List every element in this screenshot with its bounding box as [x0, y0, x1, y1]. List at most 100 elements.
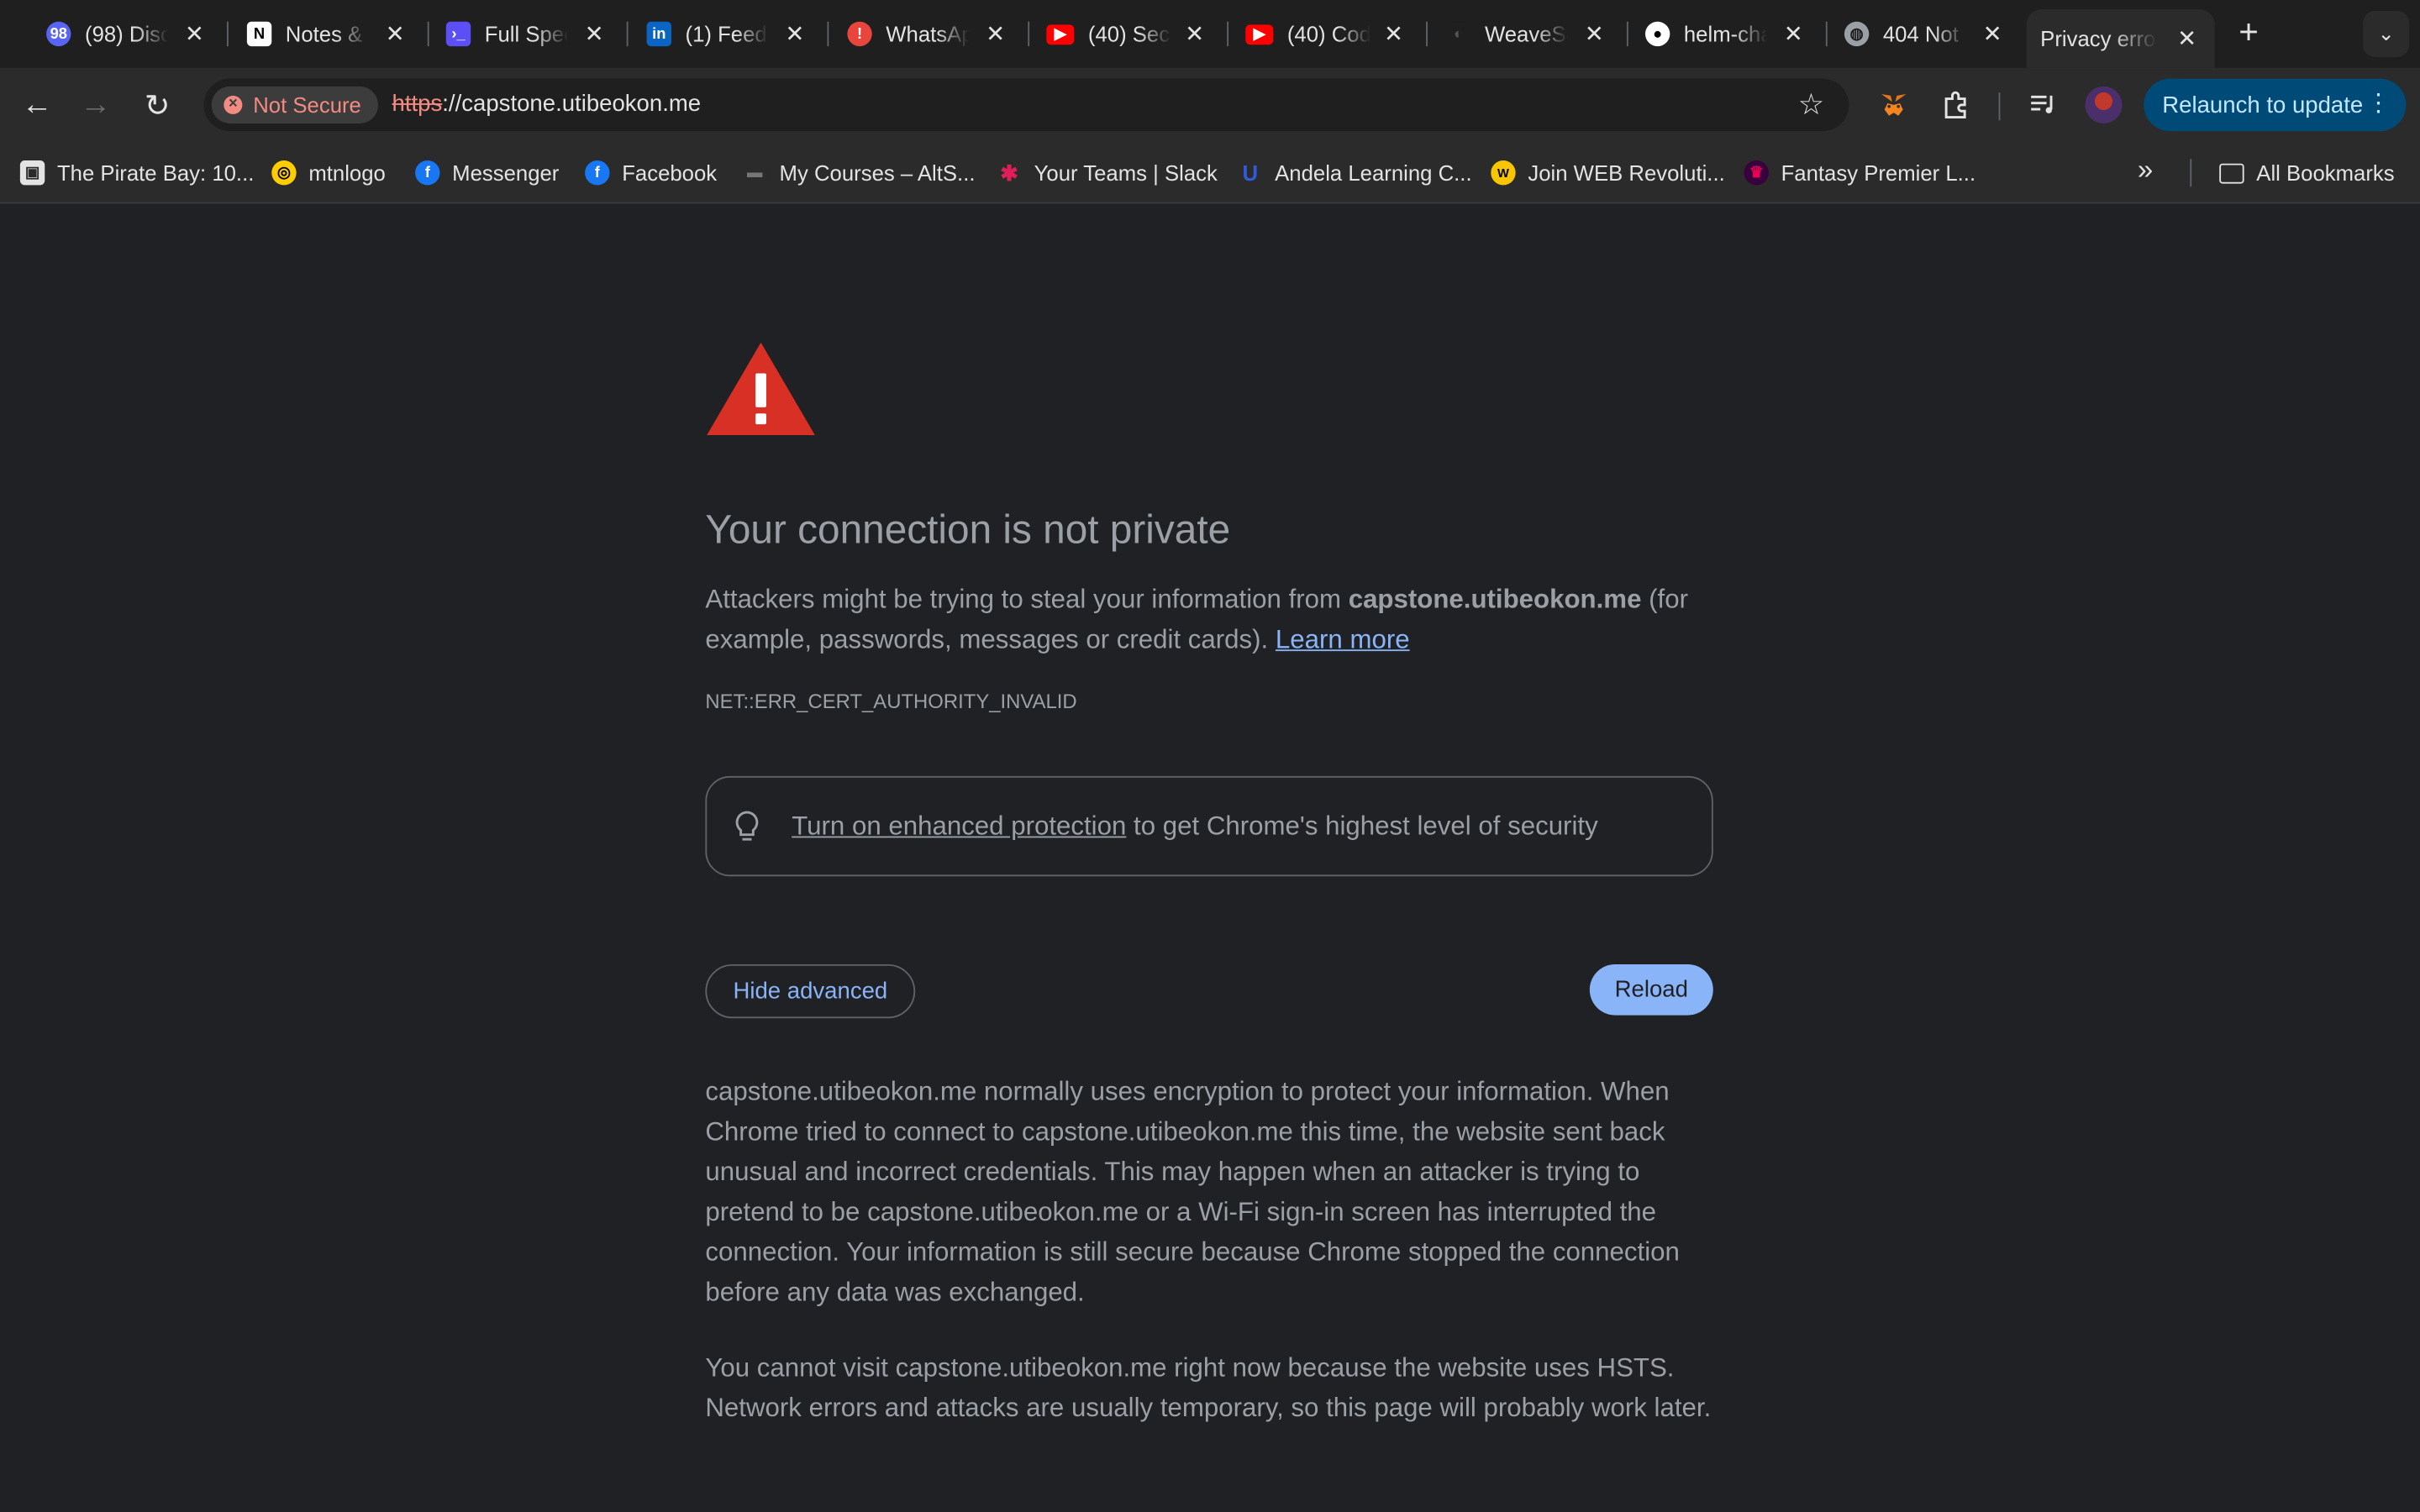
close-icon[interactable]: ✕: [2175, 24, 2199, 52]
reload-page-button[interactable]: Reload: [1589, 963, 1713, 1016]
tab-github[interactable]: ● helm-charts ✕: [1644, 11, 1806, 57]
close-icon[interactable]: ✕: [383, 20, 408, 48]
page-content: Your connection is not private Attackers…: [0, 203, 2420, 1512]
not-secure-icon: ×: [224, 95, 243, 114]
tab-full-spec[interactable]: ›_ Full Spec ✕: [445, 11, 607, 57]
close-icon[interactable]: ✕: [1381, 20, 1406, 48]
details-text: capstone.utibeokon.me normally uses encr…: [705, 1077, 1680, 1307]
bookmark-facebook[interactable]: f Facebook: [585, 157, 717, 188]
linkedin-icon: in: [646, 21, 671, 47]
tab-title: (40) Coding: [1286, 21, 1371, 47]
youtube-icon: ▶: [1245, 24, 1274, 45]
warning-triangle-icon: [707, 342, 815, 435]
close-icon[interactable]: ✕: [182, 20, 207, 48]
bookmarks-bar: ▣ The Pirate Bay: 10... ◎ mtnlogo f Mess…: [0, 141, 2420, 204]
relaunch-to-update-button[interactable]: Relaunch to update ⋮: [2144, 78, 2407, 132]
folder-icon: [2219, 162, 2244, 183]
reload-icon: ↻: [144, 88, 171, 123]
tab-title: Notes & Tasks: [285, 21, 369, 47]
close-icon[interactable]: ✕: [581, 20, 606, 48]
new-tab-button[interactable]: +: [2232, 14, 2265, 49]
chevron-double-right-icon[interactable]: »: [2138, 155, 2153, 187]
bookmark-altschool[interactable]: ▬ My Courses – AltS...: [742, 157, 976, 188]
profile-avatar[interactable]: [2085, 86, 2123, 123]
kebab-menu-icon[interactable]: ⋮: [2366, 88, 2391, 119]
page-title: Your connection is not private: [705, 506, 1231, 553]
tab-title: 404 Not Found: [1882, 21, 1966, 47]
bookmark-label: Andela Learning C...: [1275, 160, 1472, 186]
hide-advanced-button[interactable]: Hide advanced: [705, 963, 916, 1019]
back-button[interactable]: ←: [15, 83, 58, 126]
andela-icon: U: [1238, 160, 1263, 186]
enhanced-protection-link[interactable]: Turn on enhanced protection: [792, 811, 1126, 840]
intro-before: Attackers might be trying to steal your …: [705, 585, 1349, 615]
tab-linkedin[interactable]: in (1) Feed | LinkedIn ✕: [646, 11, 808, 57]
bookmark-pirate-bay[interactable]: ▣ The Pirate Bay: 10...: [19, 157, 254, 188]
tab-separator: [1626, 21, 1628, 47]
bookmark-star-icon[interactable]: ☆: [1798, 88, 1824, 123]
youtube-icon: ▶: [1046, 24, 1075, 45]
security-chip[interactable]: × Not Secure: [211, 86, 379, 123]
close-icon[interactable]: ✕: [1981, 20, 2005, 48]
tab-discord[interactable]: 98 (98) Discord ✕: [46, 11, 207, 57]
url-text[interactable]: https://capstone.utibeokon.me: [392, 91, 702, 117]
bookmark-mtnlogo[interactable]: ◎ mtnlogo: [271, 157, 386, 188]
tab-separator: [1825, 21, 1828, 47]
tab-whatsapp[interactable]: ! WhatsApp ✕: [847, 11, 1007, 57]
tab-weavescope[interactable]: ◐ WeaveScope ✕: [1446, 11, 1607, 57]
tab-youtube-coding[interactable]: ▶ (40) Coding ✕: [1245, 11, 1406, 57]
weave-icon: ◐: [1446, 21, 1471, 47]
tab-search-button[interactable]: ⌄: [2363, 10, 2410, 57]
close-icon[interactable]: ✕: [983, 20, 1007, 48]
notion-icon: N: [246, 21, 272, 47]
intro-text: Attackers might be trying to steal your …: [705, 580, 1714, 661]
bookmark-slack[interactable]: ✱ Your Teams | Slack: [997, 157, 1218, 188]
close-icon[interactable]: ✕: [1582, 20, 1607, 48]
premier-league-icon: ♛: [1744, 160, 1769, 186]
extensions-puzzle-icon[interactable]: [1937, 87, 1974, 123]
url-host: ://capstone.utibeokon.me: [442, 91, 702, 118]
bookmark-messenger[interactable]: f Messenger: [415, 157, 559, 188]
pirate-bay-icon: ▣: [19, 160, 45, 186]
address-bar[interactable]: × Not Secure https://capstone.utibeokon.…: [203, 78, 1849, 132]
toolbar-separator: [1998, 92, 2001, 121]
bookmark-fantasy-premier[interactable]: ♛ Fantasy Premier L...: [1744, 157, 1976, 188]
close-icon[interactable]: ✕: [1781, 20, 1806, 48]
tab-title: (98) Discord: [85, 21, 168, 47]
tab-title: Full Spec: [484, 21, 568, 47]
bookmarks-separator: [2190, 159, 2192, 187]
close-icon[interactable]: ✕: [1182, 20, 1207, 48]
metamask-extension-icon[interactable]: [1876, 87, 1912, 123]
github-icon: ●: [1644, 21, 1670, 47]
tab-title: WhatsApp: [886, 21, 969, 47]
tab-privacy-error[interactable]: Privacy error ✕: [2026, 9, 2215, 68]
tab-separator: [227, 21, 229, 47]
tab-separator: [1426, 21, 1428, 47]
globe-icon: ◍: [1844, 21, 1870, 47]
tab-separator: [626, 21, 629, 47]
url-scheme: https: [392, 91, 443, 118]
tab-404[interactable]: ◍ 404 Not Found ✕: [1844, 11, 2005, 57]
enhanced-protection-box: Turn on enhanced protection to get Chrom…: [705, 775, 1713, 877]
bookmark-web-revolution[interactable]: W Join WEB Revoluti...: [1491, 157, 1725, 188]
bookmark-label: Join WEB Revoluti...: [1528, 160, 1725, 186]
reload-button[interactable]: ↻: [136, 83, 179, 126]
facebook-icon: f: [415, 160, 440, 186]
bookmark-label: Fantasy Premier L...: [1781, 160, 1976, 186]
tab-notion[interactable]: N Notes & Tasks ✕: [246, 11, 408, 57]
whatsapp-icon: !: [847, 21, 872, 47]
enhanced-protection-rest: to get Chrome's highest level of securit…: [1126, 811, 1598, 841]
tab-separator: [1227, 21, 1229, 47]
all-bookmarks-folder[interactable]: All Bookmarks: [2219, 157, 2395, 188]
web3-icon: W: [1491, 160, 1516, 186]
close-icon[interactable]: ✕: [782, 20, 807, 48]
forward-button[interactable]: →: [74, 83, 117, 126]
browser-window: 98 (98) Discord ✕ N Notes & Tasks ✕ ›_ F…: [0, 0, 2420, 1512]
tab-youtube-security[interactable]: ▶ (40) Security ✕: [1046, 11, 1207, 57]
media-controls-icon[interactable]: [2025, 87, 2062, 123]
bookmark-andela[interactable]: U Andela Learning C...: [1238, 157, 1472, 188]
slack-icon: ✱: [997, 160, 1022, 186]
intro-host: capstone.utibeokon.me: [1348, 585, 1642, 615]
learn-more-link[interactable]: Learn more: [1276, 625, 1410, 654]
tab-title: (40) Security: [1087, 21, 1171, 47]
